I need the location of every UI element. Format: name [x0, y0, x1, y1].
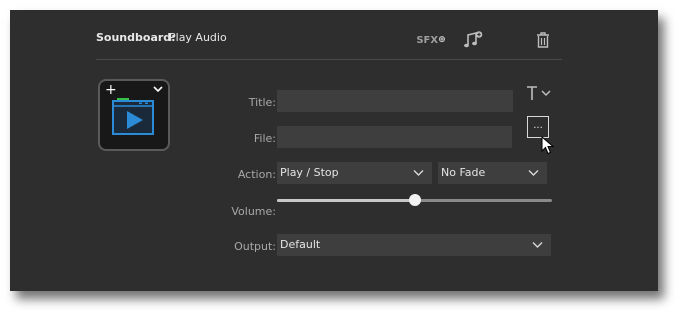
fade-select[interactable]: No Fade: [438, 162, 547, 184]
file-label: File:: [253, 132, 276, 145]
trash-icon: [537, 32, 549, 48]
volume-slider[interactable]: [277, 194, 552, 206]
add-music-button[interactable]: [460, 29, 486, 51]
chevron-down-icon[interactable]: [153, 85, 163, 93]
output-selected: Default: [280, 238, 321, 251]
chevron-down-icon: [528, 170, 539, 176]
panel-title-prefix: Soundboard:: [96, 31, 176, 44]
volume-fill: [277, 199, 415, 202]
music-add-icon: [464, 31, 483, 48]
delete-button[interactable]: [532, 29, 554, 51]
fade-selected: No Fade: [441, 166, 486, 179]
action-select[interactable]: Play / Stop: [277, 162, 432, 184]
chevron-down-icon: [532, 242, 543, 248]
chevron-down-icon: [413, 170, 424, 176]
title-label: Title:: [248, 96, 276, 109]
browse-file-button[interactable]: ...: [527, 116, 549, 138]
header-divider: [96, 59, 562, 60]
volume-slider-thumb[interactable]: [408, 194, 421, 206]
output-label: Output:: [234, 240, 276, 253]
panel-header: Soundboard: Play Audio SFX ⊕: [96, 29, 562, 51]
file-input[interactable]: [277, 126, 512, 148]
text-format-button[interactable]: [524, 83, 554, 103]
action-selected: Play / Stop: [280, 166, 339, 179]
action-label: Action:: [237, 168, 276, 181]
play-window-icon: [112, 98, 154, 135]
mouse-cursor-icon: [541, 136, 555, 155]
sound-thumbnail[interactable]: +: [98, 79, 170, 151]
text-type-icon: [527, 86, 551, 100]
sfx-plus-icon: ⊕: [438, 35, 446, 45]
sfx-label: SFX: [416, 34, 439, 46]
plus-icon[interactable]: +: [105, 83, 117, 97]
output-select[interactable]: Default: [277, 234, 551, 256]
add-sfx-button[interactable]: SFX ⊕: [414, 29, 448, 51]
volume-label: Volume:: [231, 205, 276, 218]
panel-title: Play Audio: [169, 31, 227, 44]
title-input[interactable]: [277, 90, 513, 112]
